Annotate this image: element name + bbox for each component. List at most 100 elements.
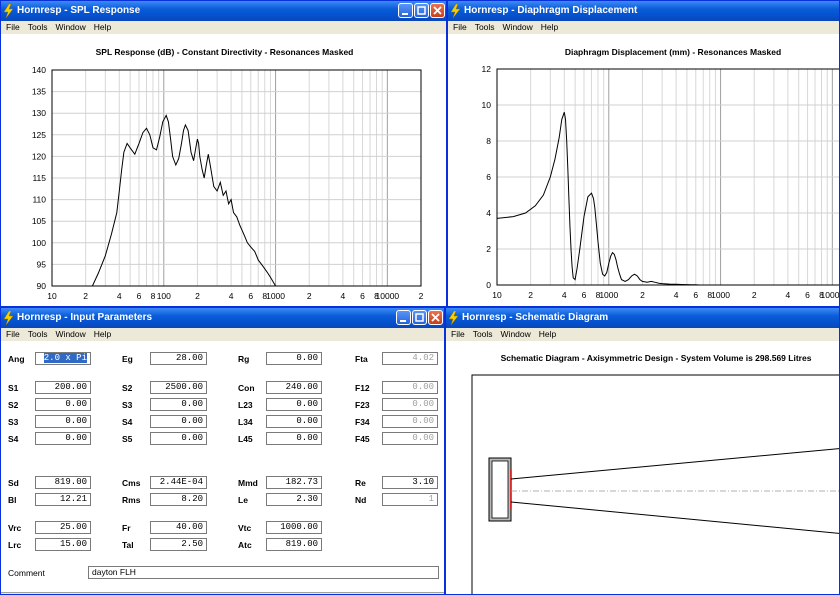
disp-menu-help[interactable]: Help — [541, 21, 558, 34]
inp-menu-window[interactable]: Window — [56, 328, 86, 341]
schematic-frame — [471, 374, 839, 594]
spl-menu-window[interactable]: Window — [56, 21, 86, 34]
schematic-diagram — [471, 374, 839, 594]
bl-field[interactable]: 12.21 — [35, 493, 91, 506]
x-tick-label: 2 — [752, 290, 757, 300]
y-tick-label: 4 — [486, 208, 491, 218]
sch-title-bar[interactable]: Hornresp - Schematic Diagram — [446, 308, 839, 328]
inp-title-bar[interactable]: Hornresp - Input Parameters — [1, 308, 444, 328]
hornresp-app-icon — [450, 4, 461, 18]
s4-segment-field[interactable]: 0.00 — [35, 432, 91, 445]
label-vtc: Vtc — [238, 523, 252, 533]
label-sd: Sd — [8, 478, 19, 488]
inp-menu-bar: File Tools Window Help — [1, 328, 444, 341]
s3-segment-field[interactable]: 0.00 — [35, 415, 91, 428]
l34-field[interactable]: 0.00 — [266, 415, 322, 428]
y-tick-label: 0 — [486, 280, 491, 290]
s2-field[interactable]: 2500.00 — [150, 381, 207, 394]
vtc-field[interactable]: 1000.00 — [266, 521, 322, 534]
sch-menu-window[interactable]: Window — [501, 328, 531, 341]
l45-field[interactable]: 0.00 — [266, 432, 322, 445]
inp-menu-file[interactable]: File — [6, 328, 20, 341]
y-tick-label: 110 — [32, 195, 46, 205]
label-s3: S3 — [122, 400, 133, 410]
sch-window-title: Hornresp - Schematic Diagram — [462, 312, 609, 323]
s2-segment-field[interactable]: 0.00 — [35, 398, 91, 411]
con-field[interactable]: 240.00 — [266, 381, 322, 394]
mmd-field[interactable]: 182.73 — [266, 476, 322, 489]
rms-field[interactable]: 8.20 — [150, 493, 207, 506]
spl-menu-help[interactable]: Help — [94, 21, 111, 34]
disp-menu-window[interactable]: Window — [503, 21, 533, 34]
s4-field[interactable]: 0.00 — [150, 415, 207, 428]
eg-field[interactable]: 28.00 — [150, 352, 207, 365]
sch-menu-help[interactable]: Help — [539, 328, 556, 341]
label-f34: F34 — [355, 417, 370, 427]
x-tick-label: 2 — [307, 291, 312, 301]
disp-chart-title: Diaphragm Displacement (mm) - Resonances… — [564, 47, 782, 57]
label-ang: Ang — [8, 354, 25, 364]
s1-field[interactable]: 200.00 — [35, 381, 91, 394]
f23-field: 0.00 — [382, 398, 438, 411]
label-f45: F45 — [355, 434, 370, 444]
disp-menu-tools[interactable]: Tools — [475, 21, 495, 34]
label-fr: Fr — [122, 523, 131, 533]
l23-field[interactable]: 0.00 — [266, 398, 322, 411]
disp-menu-file[interactable]: File — [453, 21, 467, 34]
y-tick-label: 100 — [32, 238, 46, 248]
inp-maximize-button[interactable] — [412, 310, 427, 325]
x-tick-label: 6 — [582, 290, 587, 300]
inp-menu-help[interactable]: Help — [94, 328, 111, 341]
label-s3-segment: S3 — [8, 417, 19, 427]
spl-menu-tools[interactable]: Tools — [28, 21, 48, 34]
label-s1: S1 — [8, 383, 19, 393]
spl-title-bar[interactable]: Hornresp - SPL Response — [1, 1, 446, 21]
atc-field[interactable]: 819.00 — [266, 538, 322, 551]
cms-field[interactable]: 2.44E-04 — [150, 476, 207, 489]
re-field[interactable]: 3.10 — [382, 476, 438, 489]
hornresp-app-icon — [448, 311, 459, 325]
ang-field[interactable]: 2.0 x Pi — [35, 352, 91, 365]
response-curve — [497, 112, 704, 285]
spl-maximize-button[interactable] — [414, 3, 429, 18]
y-tick-label: 2 — [486, 244, 491, 254]
sch-menu-tools[interactable]: Tools — [473, 328, 493, 341]
lrc-field[interactable]: 15.00 — [35, 538, 91, 551]
y-tick-label: 125 — [32, 130, 46, 140]
inp-minimize-button[interactable] — [396, 310, 411, 325]
hornresp-app-icon — [3, 311, 14, 325]
s3-field[interactable]: 0.00 — [150, 398, 207, 411]
sd-field[interactable]: 819.00 — [35, 476, 91, 489]
x-tick-label: 6 — [360, 291, 365, 301]
s5-field[interactable]: 0.00 — [150, 432, 207, 445]
label-vrc: Vrc — [8, 523, 22, 533]
label-l34: L34 — [238, 417, 253, 427]
le-field[interactable]: 2.30 — [266, 493, 322, 506]
x-tick-label: 100 — [157, 291, 171, 301]
input-parameters-window: Hornresp - Input Parameters File Tools Win… — [0, 307, 445, 595]
rear-chamber-inner — [491, 460, 509, 519]
label-cms: Cms — [122, 478, 141, 488]
sch-menu-file[interactable]: File — [451, 328, 465, 341]
label-comment: Comment — [8, 568, 45, 578]
disp-title-bar[interactable]: Hornresp - Diaphragm Displacement — [448, 1, 839, 21]
label-fta: Fta — [355, 354, 368, 364]
label-rms: Rms — [122, 495, 141, 505]
label-l45: L45 — [238, 434, 253, 444]
spl-menu-file[interactable]: File — [6, 21, 20, 34]
spl-close-button[interactable] — [430, 3, 445, 18]
disp-menu-bar: File Tools Window Help — [448, 21, 839, 34]
x-tick-label: 4 — [674, 290, 679, 300]
vrc-field[interactable]: 25.00 — [35, 521, 91, 534]
rg-field[interactable]: 0.00 — [266, 352, 322, 365]
spl-minimize-button[interactable] — [398, 3, 413, 18]
inp-menu-tools[interactable]: Tools — [28, 328, 48, 341]
comment-field[interactable]: dayton FLH — [88, 566, 439, 579]
sch-menu-bar: File Tools Window Help — [446, 328, 839, 341]
x-tick-label: 1000 — [711, 290, 730, 300]
x-tick-label: 8 — [151, 291, 156, 301]
fr-field[interactable]: 40.00 — [150, 521, 207, 534]
inp-close-button[interactable] — [428, 310, 443, 325]
tal-field[interactable]: 2.50 — [150, 538, 207, 551]
x-tick-label: 4 — [117, 291, 122, 301]
